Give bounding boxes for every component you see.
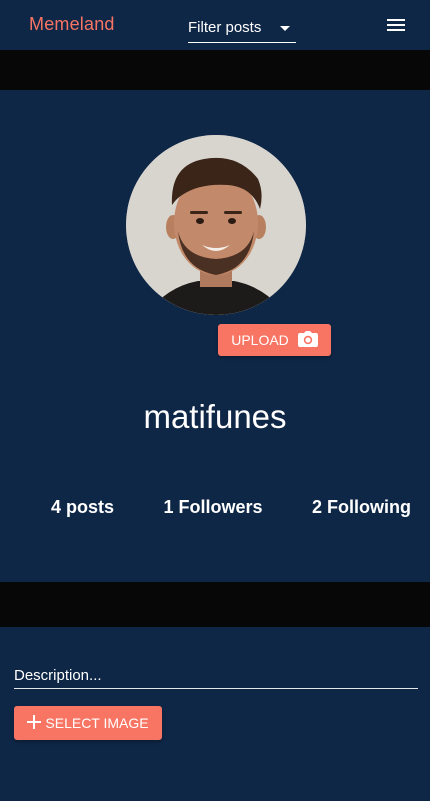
plus-icon [27,714,42,732]
upload-button[interactable]: UPLOAD [218,324,331,356]
hamburger-menu-icon[interactable] [386,17,406,33]
app-bar: Memeland Filter posts [0,0,430,50]
username: matifunes [143,398,287,435]
followers-count[interactable]: 1 Followers [164,497,263,521]
avatar [126,135,306,315]
caret-down-icon [280,26,290,31]
profile-stats: 4 posts 1 Followers 2 Following [51,497,411,521]
description-input[interactable] [14,662,418,689]
filter-posts-select[interactable]: Filter posts [188,16,296,43]
filter-posts-label: Filter posts [188,19,262,36]
upload-label: UPLOAD [231,332,289,348]
section-divider-band [0,582,430,627]
select-image-label: SELECT IMAGE [45,715,149,731]
posts-count[interactable]: 4 posts [51,497,114,521]
header-divider-band [0,50,430,90]
following-count[interactable]: 2 Following [312,497,411,521]
select-image-button[interactable]: SELECT IMAGE [14,706,162,740]
profile-page: Memeland Filter posts UPLOAD matifunes 4… [0,0,430,801]
brand-title[interactable]: Memeland [29,14,115,35]
camera-icon [297,330,318,350]
